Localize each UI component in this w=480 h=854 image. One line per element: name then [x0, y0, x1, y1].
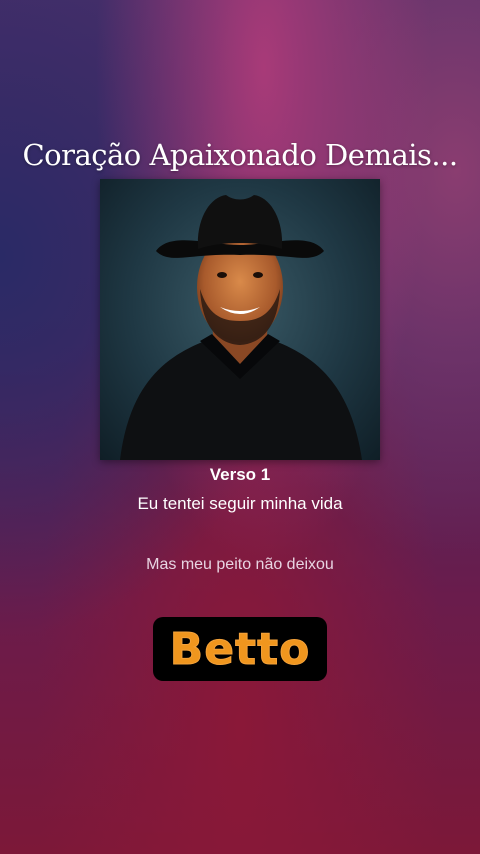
- lyric-next-line: Mas meu peito não deixou: [146, 556, 334, 573]
- song-title: Coração Apaixonado Demais...: [22, 138, 458, 172]
- brand-logo-text: Betto: [169, 623, 311, 675]
- album-cover: [100, 179, 380, 460]
- lyrics-section-label: Verso 1: [209, 465, 271, 484]
- lyric-current-line: Eu tentei seguir minha vida: [137, 494, 343, 513]
- brand-logo: Betto: [153, 617, 327, 681]
- artist-portrait-icon: [120, 195, 362, 460]
